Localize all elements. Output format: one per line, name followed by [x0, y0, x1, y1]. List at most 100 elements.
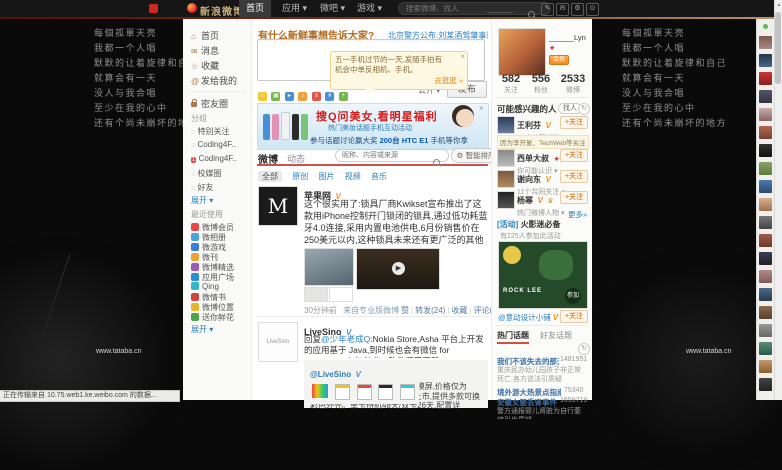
username-underline[interactable] [487, 12, 513, 13]
contact-avatar[interactable] [759, 180, 772, 193]
contact-avatar[interactable] [759, 198, 772, 211]
suggested-user-avatar[interactable] [497, 149, 515, 167]
contact-avatar[interactable] [759, 270, 772, 283]
topnav-game[interactable]: 游戏 ▾ [357, 0, 382, 17]
suggested-user[interactable]: 杨幂 V ♛ 热门微博人物 ▾ [517, 190, 564, 218]
sidebar-item-home[interactable]: ⌂首页 [191, 29, 219, 42]
profile-stat-following[interactable]: 582 关注 [496, 73, 526, 95]
video-icon[interactable]: ▸ [285, 92, 294, 101]
post-source[interactable]: 来自专业版微博 [343, 306, 399, 315]
ad-banner[interactable]: 搜Q问美女,看明星福利 热门美妆话题手机互动活动 参与话题讨论赢大奖 200台 … [257, 103, 489, 150]
logout-icon[interactable]: ⊙ [586, 3, 599, 16]
group-item[interactable]: 1 Coding4F.. [191, 154, 237, 164]
favorite-action[interactable]: 收藏 [451, 306, 467, 315]
search-icon[interactable] [433, 159, 440, 166]
app-item[interactable]: Qing [191, 282, 219, 291]
contact-avatar[interactable] [759, 360, 772, 373]
weibo-logo-icon[interactable] [187, 3, 197, 13]
post-video-thumb[interactable]: ▶ [356, 248, 440, 290]
topic-icon[interactable]: # [325, 92, 334, 101]
suggested-user-avatar[interactable] [497, 191, 515, 209]
ad-close-icon[interactable]: × [479, 105, 484, 113]
quote-image-thumb[interactable] [312, 384, 328, 398]
contact-avatar[interactable] [759, 216, 772, 229]
contact-avatar[interactable] [759, 54, 772, 67]
topnav-weiba[interactable]: 微吧 ▾ [320, 0, 345, 17]
scroll-up-icon[interactable]: ▲ [775, 2, 782, 8]
activity-image[interactable]: ROCK LEE 参加 [498, 241, 588, 309]
vip-badge[interactable]: 会员 [549, 55, 569, 65]
follow-button[interactable]: +关注 [560, 191, 588, 204]
post-image-thumb[interactable] [304, 248, 354, 286]
quote-phone-thumb[interactable] [335, 384, 350, 400]
quote-author-link[interactable]: @LiveSino [310, 370, 351, 379]
group-item[interactable]: ○ 校媒圈 [191, 168, 221, 179]
scrollbar-thumb[interactable] [775, 12, 781, 84]
repost-action[interactable]: 转发(24) [415, 306, 445, 315]
contact-avatar[interactable] [759, 144, 772, 157]
quote-phone-thumb[interactable] [400, 384, 415, 400]
sidebar-item-favorites[interactable]: ☆收藏 [191, 59, 219, 72]
vote-icon[interactable]: ≡ [312, 92, 321, 101]
group-item[interactable]: ○ 特别关注 [191, 126, 229, 137]
more-tools-icon[interactable]: + [339, 92, 348, 101]
music-icon[interactable]: ♪ [298, 92, 307, 101]
post-avatar[interactable]: LiveSino [258, 322, 298, 362]
contact-avatar[interactable] [759, 36, 772, 49]
quote-phone-thumb[interactable] [357, 384, 372, 400]
mention-link[interactable]: @少年老成Q [337, 356, 386, 358]
more-suggestions-link[interactable]: 更多» [568, 209, 587, 220]
contact-avatar[interactable] [759, 72, 772, 85]
group-item[interactable]: ○ Coding4F.. [191, 140, 236, 149]
contact-avatar[interactable] [759, 378, 772, 391]
mail-icon[interactable]: ✉ [556, 3, 569, 16]
emoji-icon[interactable]: ☺ [258, 92, 267, 101]
profile-name[interactable]: ______Lyn [549, 33, 589, 42]
contact-avatar[interactable] [759, 234, 772, 247]
contact-avatar[interactable] [759, 90, 772, 103]
follow-button[interactable]: +关注 [560, 149, 588, 162]
feed-search-input[interactable] [335, 149, 449, 162]
app-item[interactable]: 送你鲜花 [191, 312, 234, 323]
contact-avatar[interactable] [759, 252, 772, 265]
tab-hot-topics[interactable]: 热门话题 [497, 330, 529, 344]
follow-button[interactable]: +关注 [560, 116, 588, 129]
weibo-logo-text[interactable]: 新浪微博 [200, 3, 244, 18]
filter-all[interactable]: 全部 [258, 171, 282, 182]
post-image-thumb[interactable] [304, 287, 328, 302]
contact-avatar[interactable] [759, 324, 772, 337]
filter-image[interactable]: 图片 [318, 172, 334, 181]
contact-avatar[interactable] [759, 342, 772, 355]
profile-stat-posts[interactable]: 2533 微博 [556, 73, 590, 95]
refresh-icon[interactable]: ↻ [578, 103, 590, 115]
tab-friend-topics[interactable]: 好友话题 [540, 330, 572, 341]
filter-original[interactable]: 原创 [292, 172, 308, 181]
topnav-app[interactable]: 应用 ▾ [282, 0, 307, 17]
post-image-thumb[interactable] [329, 287, 353, 302]
contact-avatar[interactable] [759, 288, 772, 301]
tooltip-link[interactable]: 去逛逛 » [335, 75, 463, 86]
filter-video[interactable]: 视频 [345, 172, 361, 181]
quote-phone-thumb[interactable] [378, 384, 393, 400]
settings-gear-icon[interactable]: ⚙ [571, 3, 584, 16]
sidebar-item-messages[interactable]: ✉消息 [191, 44, 219, 57]
post-avatar[interactable]: M [258, 186, 298, 226]
suggested-user-avatar[interactable] [497, 116, 515, 134]
sidebar-item-sent-to-me[interactable]: @发给我的 [191, 74, 237, 87]
groups-expand-link[interactable]: 展开 ▾ [191, 195, 213, 206]
contact-avatar[interactable] [759, 306, 772, 319]
follow-button[interactable]: +关注 [560, 170, 588, 183]
topnav-home[interactable]: 首页 [239, 0, 271, 17]
post-time[interactable]: 30分钟前 [304, 306, 337, 315]
close-icon[interactable]: × [460, 53, 465, 61]
suggested-user-avatar[interactable] [497, 170, 515, 188]
refresh-icon[interactable]: ↻ [578, 343, 590, 355]
activity-join-badge[interactable]: 参加 [565, 288, 581, 304]
contact-avatar[interactable] [759, 126, 772, 139]
like-action[interactable]: 赞 [401, 306, 409, 315]
sidebar-item-close-friends[interactable]: 密友圈 [191, 97, 228, 110]
mention-link[interactable]: @少年老成Q [321, 334, 370, 344]
image-icon[interactable]: ▣ [271, 92, 280, 101]
profile-avatar[interactable] [498, 28, 546, 76]
profile-stat-followers[interactable]: 556 粉丝 [526, 73, 556, 95]
